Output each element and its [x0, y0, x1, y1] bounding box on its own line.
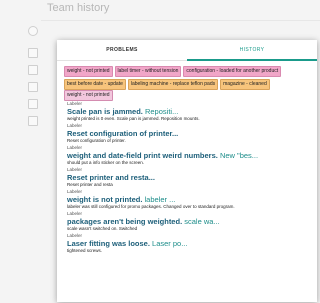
list-item[interactable]: Labeler Scale pan is jammed. Repositi...…	[67, 101, 313, 123]
list-item[interactable]: Labeler weight and date-field print weir…	[67, 145, 313, 167]
document-icon[interactable]	[28, 116, 38, 126]
calendar-icon[interactable]	[28, 82, 38, 92]
entry-headline: weight and date-field print weird number…	[67, 151, 259, 160]
entry-detail: labeler was still configured for promo p…	[67, 204, 235, 209]
entry-headline: packages aren't being weighted. scale wa…	[67, 217, 220, 226]
entry-headline: Reset printer and resta...	[67, 173, 155, 182]
header-divider	[41, 20, 320, 21]
tag-filter[interactable]: configuration - loaded for another produ…	[183, 66, 282, 77]
tag-filter[interactable]: best before date - update	[64, 79, 126, 90]
tag-filter[interactable]: magazine - cleaned	[220, 79, 270, 90]
active-tab-indicator	[187, 59, 317, 61]
entry-detail: should put a info sticker on the screen.	[67, 160, 145, 165]
menu-icon[interactable]	[28, 26, 38, 36]
entry-headline: Reset configuration of printer...	[67, 129, 179, 138]
list-item[interactable]: Labeler Laser fitting was loose. Laser p…	[67, 233, 313, 255]
list-item[interactable]: Labeler Reset printer and resta... Reset…	[67, 167, 313, 189]
entry-headline: Scale pan is jammed. Repositi...	[67, 107, 179, 116]
page-title: Team history	[47, 2, 110, 14]
entry-detail: weight printed is 0 even. Scale pan is j…	[67, 116, 200, 121]
tag-filter[interactable]: labeling machine - replace teflon pads	[127, 79, 219, 90]
history-list: Labeler Scale pan is jammed. Repositi...…	[67, 101, 313, 255]
entry-detail: scale wasn't switched on. Switched	[67, 226, 138, 231]
list-icon[interactable]	[28, 65, 38, 75]
entry-headline: Laser fitting was loose. Laser po...	[67, 239, 188, 248]
tag-filter[interactable]: weight - not printed	[64, 66, 113, 77]
selected-tag[interactable]: weight - not printed	[64, 90, 113, 101]
dashboard-icon[interactable]	[28, 48, 38, 58]
tab-bar: PROBLEMS HISTORY	[57, 40, 317, 61]
tab-history[interactable]: HISTORY	[187, 40, 317, 60]
history-dialog: PROBLEMS HISTORY weight - not printed la…	[57, 40, 317, 302]
entry-headline: weight is not printed. labeler ...	[67, 195, 176, 204]
entry-detail: Reset configuration of printer.	[67, 138, 126, 143]
list-item[interactable]: Labeler packages aren't being weighted. …	[67, 211, 313, 233]
entry-detail: tightened screws.	[67, 248, 103, 253]
tab-problems[interactable]: PROBLEMS	[57, 40, 187, 60]
entry-detail: Reset printer and resta	[67, 182, 113, 187]
list-item[interactable]: Labeler weight is not printed. labeler .…	[67, 189, 313, 211]
list-item[interactable]: Labeler Reset configuration of printer..…	[67, 123, 313, 145]
chart-icon[interactable]	[28, 99, 38, 109]
tag-filter-list: weight - not printed label timer - witho…	[64, 66, 314, 90]
tag-filter[interactable]: label timer - without tension	[114, 66, 182, 77]
